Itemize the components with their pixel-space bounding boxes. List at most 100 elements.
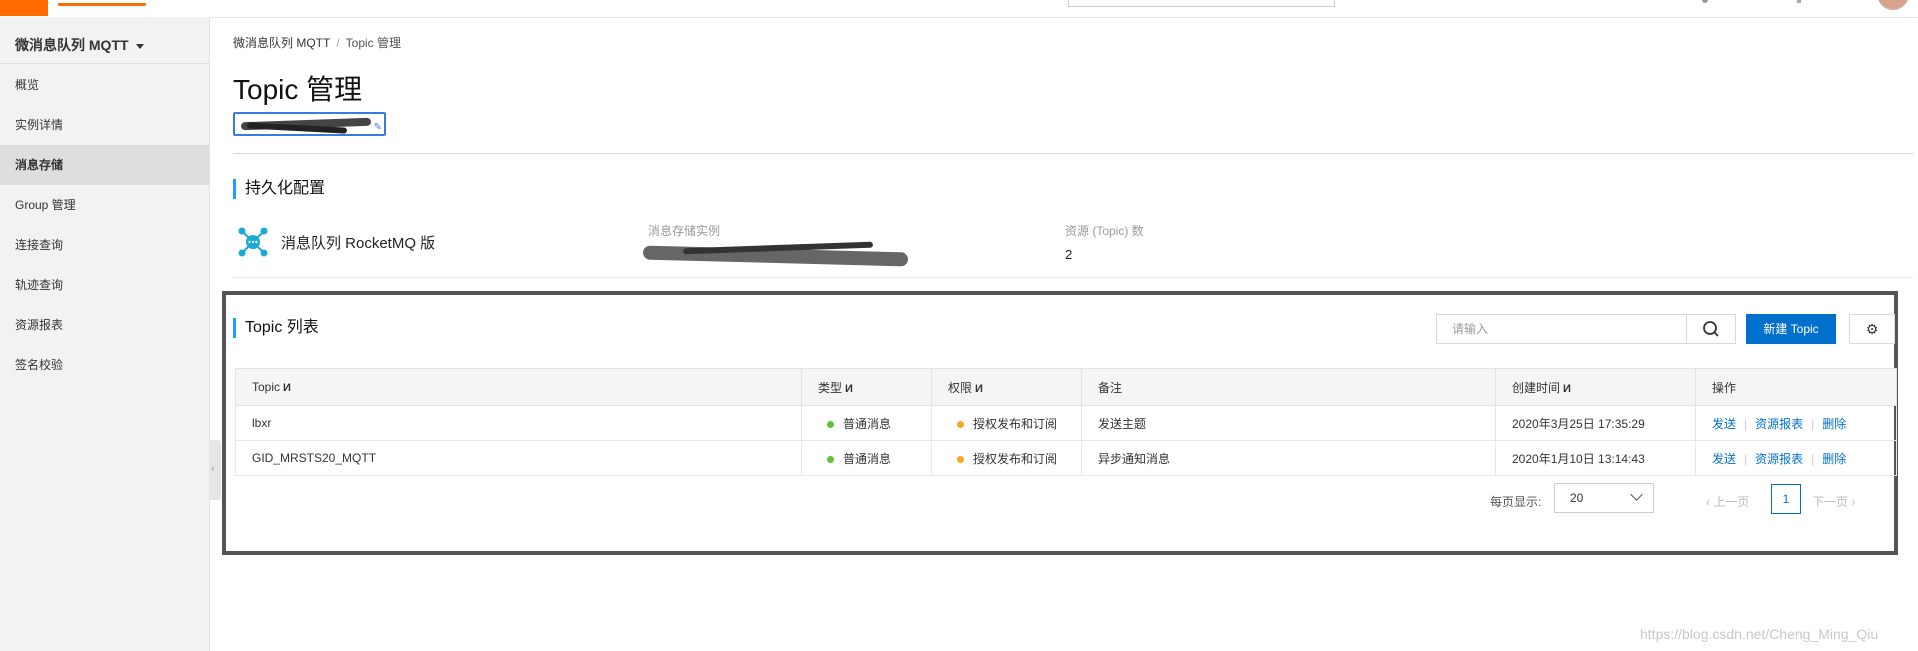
cell-permission: 授权发布和订阅 (931, 440, 1082, 476)
cell-type: 普通消息 (801, 405, 932, 441)
instance-selector[interactable]: ✎ (233, 112, 386, 136)
next-page-label: 下一页 (1812, 495, 1849, 509)
column-header-topic[interactable]: Topic И (235, 368, 802, 406)
table-header-row: Topic И 类型 И 权限 И 备注 创建时间 И 操作 (235, 368, 1897, 406)
sidebar-item-instance-details[interactable]: 实例详情 (0, 105, 209, 145)
cell-type: 普通消息 (801, 440, 932, 476)
resource-report-link[interactable]: 资源报表 (1755, 452, 1803, 466)
action-separator: | (1744, 416, 1748, 431)
cell-topic: lbxr (235, 405, 802, 441)
caret-down-icon (135, 43, 144, 49)
topic-search-input[interactable] (1437, 315, 1687, 343)
topic-search-field[interactable] (1436, 314, 1687, 344)
column-header-label: 备注 (1098, 380, 1123, 395)
breadcrumb-separator: / (336, 36, 340, 50)
product-switcher[interactable]: 微消息队列 MQTT (15, 35, 144, 55)
page-size-select[interactable]: 20 (1554, 483, 1654, 513)
action-separator: | (1811, 416, 1815, 431)
new-topic-button[interactable]: 新建 Topic (1746, 314, 1836, 344)
sidebar-item-signature-check[interactable]: 签名校验 (0, 345, 209, 385)
prev-page-button[interactable]: ‹ 上一页 (1706, 493, 1749, 510)
rocketmq-icon (238, 227, 268, 257)
topic-table: Topic И 类型 И 权限 И 备注 创建时间 И 操作 lbxr 普通消息 授权发… (235, 368, 1897, 476)
top-search-input[interactable] (1068, 0, 1335, 7)
brand-logo[interactable] (58, 0, 146, 6)
cell-remark: 发送主题 (1081, 405, 1496, 441)
delete-link[interactable]: 删除 (1822, 452, 1846, 466)
page-size-value: 20 (1570, 491, 1584, 505)
persistence-section-title: 持久化配置 (233, 179, 325, 199)
breadcrumb-current: Topic 管理 (345, 36, 402, 50)
resource-report-link[interactable]: 资源报表 (1755, 417, 1803, 431)
sidebar-item-connection-query[interactable]: 连接查询 (0, 225, 209, 265)
search-button[interactable] (1686, 314, 1736, 344)
column-header-created[interactable]: 创建时间 И (1495, 368, 1696, 406)
chevron-down-icon (1630, 488, 1643, 501)
storage-instance-label: 消息存储实例 (648, 224, 721, 238)
search-icon (1703, 321, 1719, 337)
product-switcher-label: 微消息队列 MQTT (15, 37, 129, 53)
sidebar-item-resource-report[interactable]: 资源报表 (0, 305, 209, 345)
edit-icon: ✎ (373, 122, 382, 133)
watermark: https://blog.csdn.net/Cheng_Ming_Qiu (1640, 626, 1879, 642)
cell-actions: 发送 | 资源报表 | 删除 (1695, 405, 1897, 441)
settings-button[interactable]: ⚙ (1849, 314, 1895, 344)
notification-icon[interactable] (1702, 0, 1708, 3)
sidebar-item-trace-query[interactable]: 轨迹查询 (0, 265, 209, 305)
send-link[interactable]: 发送 (1712, 417, 1736, 431)
header-divider (233, 153, 1913, 154)
avatar[interactable] (1877, 0, 1909, 10)
resource-count-label: 资源 (Topic) 数 (1065, 224, 1144, 238)
table-row: lbxr 普通消息 授权发布和订阅 发送主题 2020年3月25日 17:35:… (235, 405, 1897, 441)
status-dot-icon (957, 420, 964, 428)
delete-link[interactable]: 删除 (1822, 417, 1846, 431)
prev-page-label: 上一页 (1713, 495, 1750, 509)
chevron-right-icon: › (1848, 495, 1856, 509)
sort-icon[interactable]: И (845, 383, 853, 395)
column-header-remark: 备注 (1081, 368, 1496, 406)
status-dot-icon (957, 455, 964, 463)
send-link[interactable]: 发送 (1712, 452, 1736, 466)
action-separator: | (1744, 451, 1748, 466)
sidebar-item-message-storage[interactable]: 消息存储 (0, 145, 209, 185)
permission-label: 授权发布和订阅 (973, 416, 1058, 431)
cell-topic: GID_MRSTS20_MQTT (235, 440, 802, 476)
sidebar-item-overview[interactable]: 概览 (0, 65, 209, 105)
page-title: Topic 管理 (233, 74, 363, 105)
resource-count-value: 2 (1065, 247, 1073, 262)
gear-icon: ⚙ (1865, 321, 1879, 337)
column-header-actions: 操作 (1695, 368, 1897, 406)
page-number-button[interactable]: 1 (1771, 484, 1801, 514)
breadcrumb: 微消息队列 MQTT / Topic 管理 (233, 34, 401, 51)
status-dot-icon (827, 420, 834, 428)
sidebar-item-group-management[interactable]: Group 管理 (0, 185, 209, 225)
cell-created: 2020年1月10日 13:14:43 (1495, 440, 1696, 476)
type-label: 普通消息 (843, 451, 892, 466)
breadcrumb-root[interactable]: 微消息队列 MQTT (233, 36, 330, 50)
column-header-label: 权限 (948, 380, 973, 395)
page-size-label: 每页显示: (1490, 495, 1542, 509)
console-menu-button[interactable] (0, 0, 48, 16)
topic-list-section-title: Topic 列表 (233, 318, 319, 338)
help-icon[interactable] (1797, 0, 1801, 3)
sort-icon[interactable]: И (975, 383, 983, 395)
next-page-button[interactable]: 下一页 › (1812, 493, 1855, 510)
cell-permission: 授权发布和订阅 (931, 405, 1082, 441)
sort-icon[interactable]: И (283, 382, 291, 394)
product-name: 消息队列 RocketMQ 版 (281, 235, 436, 252)
column-header-permission[interactable]: 权限 И (931, 368, 1082, 406)
table-row: GID_MRSTS20_MQTT 普通消息 授权发布和订阅 异步通知消息 202… (235, 440, 1897, 476)
sort-icon[interactable]: И (1563, 383, 1571, 395)
sidebar: 微消息队列 MQTT 概览 实例详情 消息存储 Group 管理 连接查询 轨迹… (0, 17, 210, 651)
chevron-left-icon: ‹ (211, 463, 215, 475)
action-separator: | (1811, 451, 1815, 466)
cell-created: 2020年3月25日 17:35:29 (1495, 405, 1696, 441)
sidebar-divider (0, 63, 209, 64)
column-header-label: 类型 (818, 380, 843, 395)
permission-label: 授权发布和订阅 (973, 451, 1058, 466)
column-header-label: Topic (252, 380, 281, 394)
column-header-type[interactable]: 类型 И (801, 368, 932, 406)
type-label: 普通消息 (843, 416, 892, 431)
status-dot-icon (827, 455, 834, 463)
sidebar-collapse-handle[interactable]: ‹ (209, 440, 221, 500)
